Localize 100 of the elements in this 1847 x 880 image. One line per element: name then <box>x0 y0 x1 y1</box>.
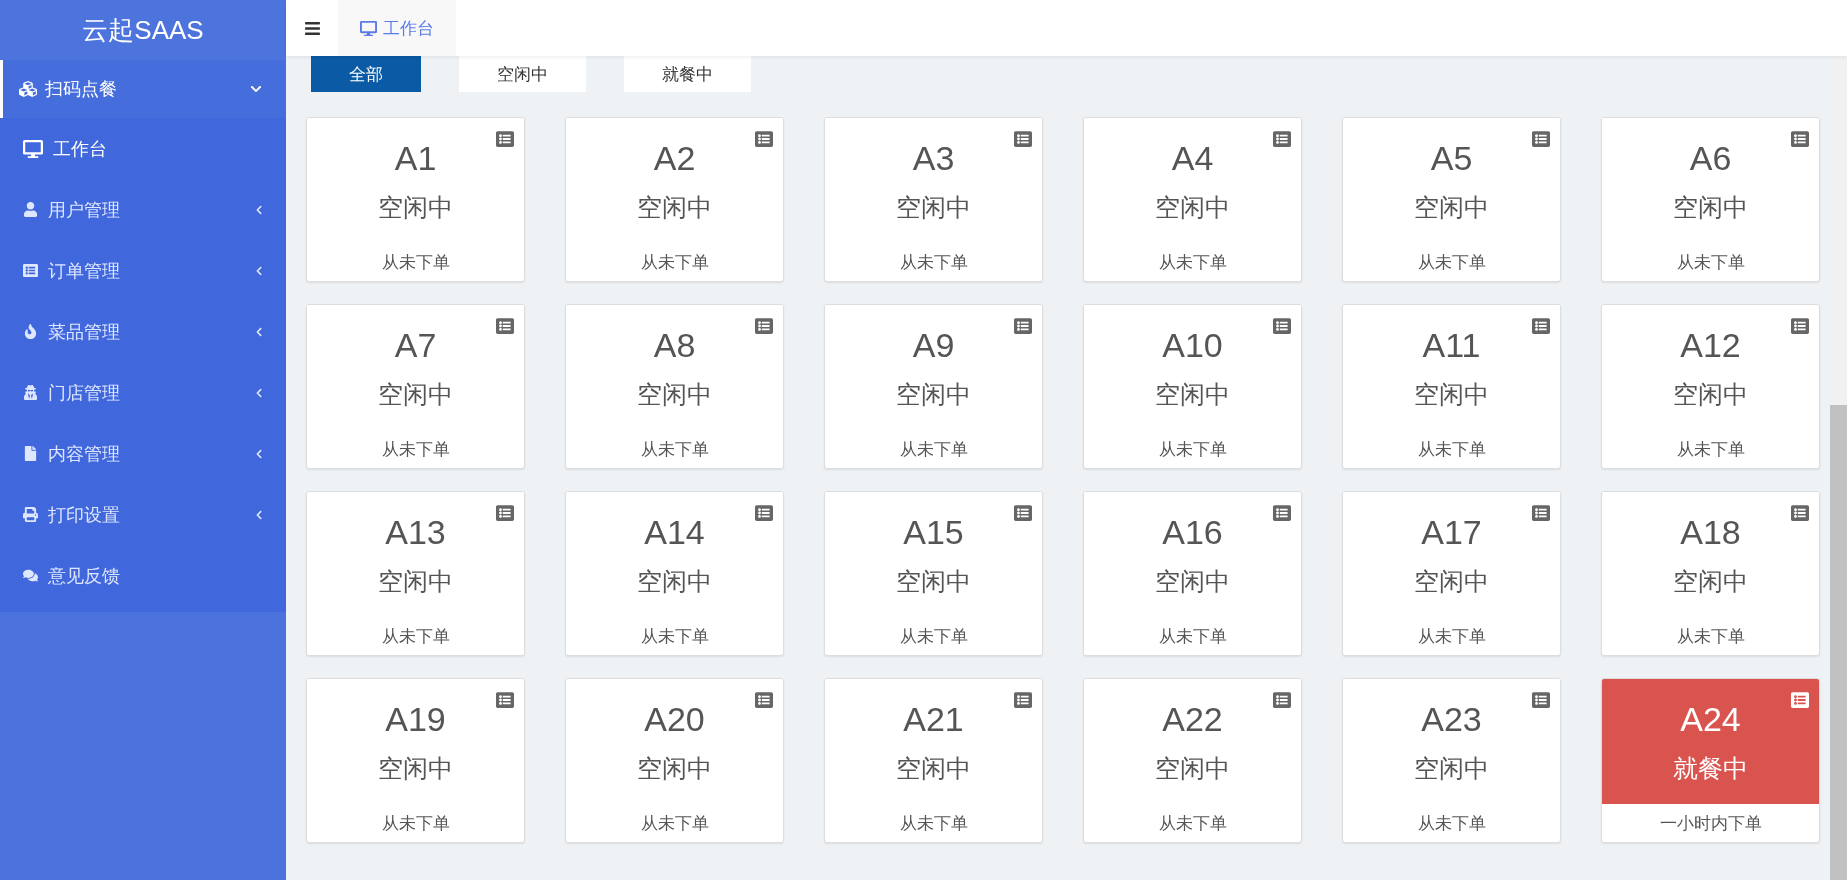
list-icon <box>1273 317 1291 335</box>
table-name: A13 <box>385 512 446 552</box>
table-name: A12 <box>1680 325 1741 365</box>
order-note: 从未下单 <box>1157 812 1228 835</box>
list-icon <box>1014 317 1032 335</box>
table-card[interactable]: A5 空闲中 从未下单 <box>1342 117 1561 282</box>
table-card[interactable]: A6 空闲中 从未下单 <box>1601 117 1820 282</box>
filter-tab[interactable]: 空闲中 <box>459 56 586 92</box>
sidebar-item[interactable]: 内容管理 <box>0 423 286 484</box>
sidebar-item[interactable]: 工作台 <box>0 118 286 179</box>
list-icon <box>1014 504 1032 522</box>
scrollbar-thumb[interactable] <box>1830 405 1847 880</box>
flame-icon <box>23 324 38 339</box>
table-status: 空闲中 <box>896 753 971 783</box>
cubes-icon <box>19 80 37 98</box>
list-icon <box>1791 691 1809 709</box>
table-card[interactable]: A9 空闲中 从未下单 <box>824 304 1043 469</box>
sidebar-item-label: 内容管理 <box>48 442 121 466</box>
table-card[interactable]: A8 空闲中 从未下单 <box>565 304 784 469</box>
table-card[interactable]: A20 空闲中 从未下单 <box>565 678 784 843</box>
menu-group[interactable]: 扫码点餐 <box>0 60 286 118</box>
table-card[interactable]: A10 空闲中 从未下单 <box>1083 304 1302 469</box>
sidebar-item[interactable]: 菜品管理 <box>0 301 286 362</box>
table-name: A23 <box>1421 699 1482 739</box>
sidebar-item[interactable]: 打印设置 <box>0 484 286 545</box>
order-note: 从未下单 <box>1675 251 1746 274</box>
table-card[interactable]: A2 空闲中 从未下单 <box>565 117 784 282</box>
table-card[interactable]: A12 空闲中 从未下单 <box>1601 304 1820 469</box>
scrollbar[interactable] <box>1830 56 1847 880</box>
table-status: 空闲中 <box>637 379 712 409</box>
list-icon <box>23 263 38 278</box>
table-name: A14 <box>644 512 705 552</box>
table-card[interactable]: A13 空闲中 从未下单 <box>306 491 525 656</box>
order-note: 从未下单 <box>1416 438 1487 461</box>
table-card[interactable]: A1 空闲中 从未下单 <box>306 117 525 282</box>
table-status: 空闲中 <box>1155 379 1230 409</box>
table-card[interactable]: A3 空闲中 从未下单 <box>824 117 1043 282</box>
list-icon <box>1014 691 1032 709</box>
table-name: A20 <box>644 699 705 739</box>
table-card[interactable]: A7 空闲中 从未下单 <box>306 304 525 469</box>
table-status: 空闲中 <box>896 566 971 596</box>
table-name: A21 <box>903 699 964 739</box>
order-note: 从未下单 <box>1675 438 1746 461</box>
table-card[interactable]: A17 空闲中 从未下单 <box>1342 491 1561 656</box>
order-note: 从未下单 <box>1157 438 1228 461</box>
sidebar-item[interactable]: 用户管理 <box>0 179 286 240</box>
sidebar-item-label: 门店管理 <box>48 381 121 405</box>
table-name: A4 <box>1171 138 1214 178</box>
table-status: 空闲中 <box>1155 753 1230 783</box>
table-card[interactable]: A24 就餐中 一小时内下单 <box>1601 678 1820 843</box>
table-status: 就餐中 <box>1673 753 1748 783</box>
table-status: 空闲中 <box>1673 192 1748 222</box>
sidebar-item-label: 订单管理 <box>48 259 121 283</box>
filter-tab[interactable]: 就餐中 <box>624 56 751 92</box>
sidebar-item-label: 工作台 <box>53 137 108 161</box>
order-note: 从未下单 <box>380 251 451 274</box>
table-name: A9 <box>912 325 955 365</box>
list-icon <box>755 691 773 709</box>
table-status: 空闲中 <box>637 192 712 222</box>
order-note: 从未下单 <box>639 251 710 274</box>
table-name: A24 <box>1680 699 1741 739</box>
table-card[interactable]: A19 空闲中 从未下单 <box>306 678 525 843</box>
table-card[interactable]: A15 空闲中 从未下单 <box>824 491 1043 656</box>
list-icon <box>1532 504 1550 522</box>
table-card[interactable]: A14 空闲中 从未下单 <box>565 491 784 656</box>
table-name: A8 <box>653 325 696 365</box>
sidebar-item[interactable]: 订单管理 <box>0 240 286 301</box>
table-card[interactable]: A11 空闲中 从未下单 <box>1342 304 1561 469</box>
filter-tab[interactable]: 全部 <box>311 56 421 92</box>
table-card[interactable]: A23 空闲中 从未下单 <box>1342 678 1561 843</box>
table-name: A11 <box>1422 325 1481 365</box>
sidebar-item-label: 意见反馈 <box>48 564 121 588</box>
list-icon <box>1014 130 1032 148</box>
table-card[interactable]: A21 空闲中 从未下单 <box>824 678 1043 843</box>
table-status: 空闲中 <box>637 566 712 596</box>
list-icon <box>1791 130 1809 148</box>
list-icon <box>1532 317 1550 335</box>
table-card[interactable]: A16 空闲中 从未下单 <box>1083 491 1302 656</box>
table-card[interactable]: A4 空闲中 从未下单 <box>1083 117 1302 282</box>
chat-icon <box>23 568 38 583</box>
table-status: 空闲中 <box>1414 566 1489 596</box>
order-note: 从未下单 <box>639 812 710 835</box>
table-status: 空闲中 <box>1414 753 1489 783</box>
user-icon <box>23 202 38 217</box>
sidebar-item[interactable]: 门店管理 <box>0 362 286 423</box>
page-tab[interactable]: 工作台 <box>338 0 456 56</box>
list-icon <box>1791 317 1809 335</box>
order-note: 从未下单 <box>380 438 451 461</box>
table-status: 空闲中 <box>1673 566 1748 596</box>
table-card[interactable]: A22 空闲中 从未下单 <box>1083 678 1302 843</box>
list-icon <box>1532 130 1550 148</box>
order-note: 从未下单 <box>898 812 969 835</box>
order-note: 从未下单 <box>1416 812 1487 835</box>
order-note: 从未下单 <box>1157 251 1228 274</box>
sidebar-item[interactable]: 意见反馈 <box>0 545 286 606</box>
desktop-icon <box>360 19 377 37</box>
table-name: A18 <box>1680 512 1741 552</box>
table-name: A16 <box>1162 512 1223 552</box>
table-card[interactable]: A18 空闲中 从未下单 <box>1601 491 1820 656</box>
order-note: 从未下单 <box>1416 251 1487 274</box>
